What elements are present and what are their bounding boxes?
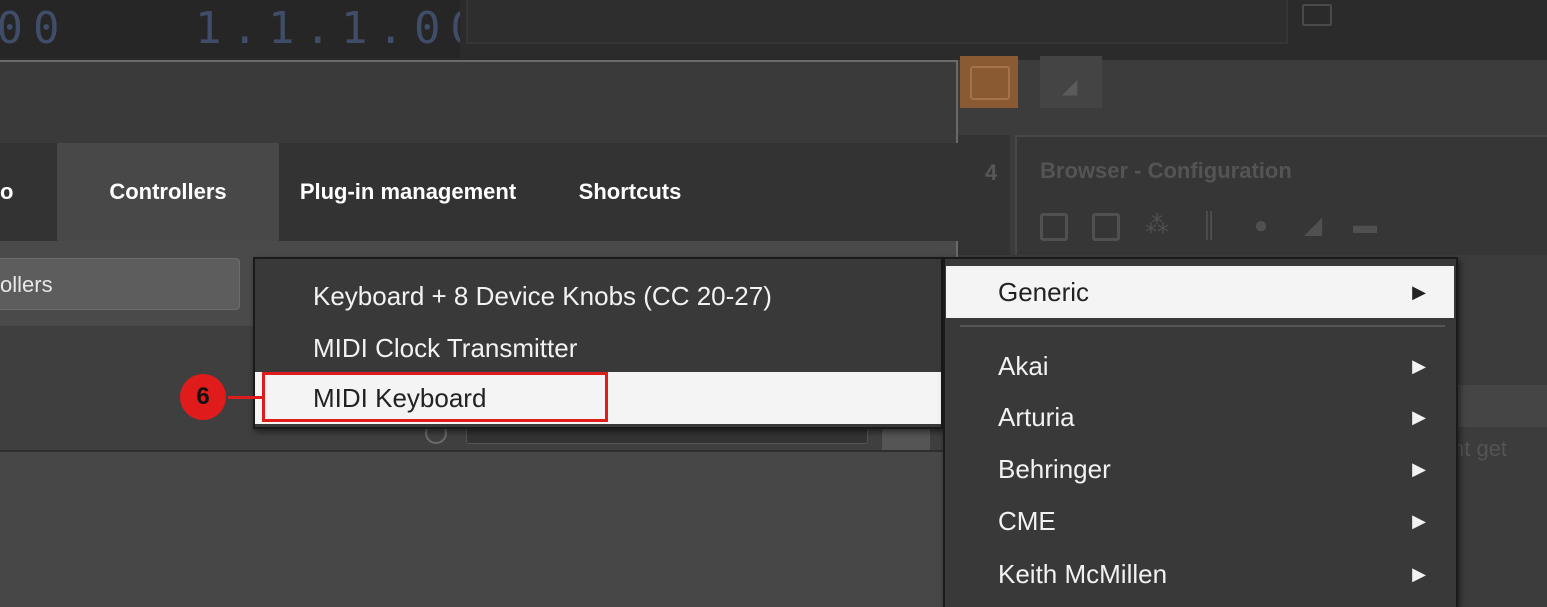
controller-settings-area <box>0 452 956 607</box>
time-readout-left: .00 <box>0 3 70 54</box>
folder-icon[interactable]: ◢ <box>1300 213 1326 239</box>
add-controller-button[interactable]: ollers <box>0 258 240 310</box>
vendor-item-behringer[interactable]: Behringer ▶ <box>946 443 1454 495</box>
tab-controllers[interactable]: Controllers <box>57 143 279 241</box>
side-panel <box>958 135 1010 255</box>
inspector-strip <box>1450 385 1547 427</box>
browser-title: Browser - Configuration <box>1040 158 1292 183</box>
vendor-label: CME <box>998 506 1056 536</box>
arranger-overview <box>466 0 1288 44</box>
vendor-label: Behringer <box>998 454 1111 484</box>
tab-shortcuts[interactable]: Shortcuts <box>540 143 720 241</box>
submenu-arrow-icon: ▶ <box>1412 356 1426 376</box>
vendor-label: Generic <box>998 277 1090 307</box>
vendor-item-generic[interactable]: Generic ▶ <box>946 266 1454 318</box>
submenu-arrow-icon: ▶ <box>1412 459 1426 479</box>
submenu-arrow-icon: ▶ <box>1412 282 1426 302</box>
menu-item-keyboard-8-knobs[interactable]: Keyboard + 8 Device Knobs (CC 20-27) <box>255 270 941 322</box>
vendor-item-keith-mcmillen[interactable]: Keith McMillen ▶ <box>946 548 1454 600</box>
waveform-icon[interactable]: ⁂ <box>1144 213 1170 239</box>
modulator-icon <box>970 66 1010 100</box>
vendor-item-arturia[interactable]: Arturia ▶ <box>946 391 1454 443</box>
submenu-arrow-icon: ▶ <box>1412 511 1426 531</box>
window-icon[interactable] <box>1302 4 1332 26</box>
step-number-badge: 6 <box>180 374 226 420</box>
tab-audio[interactable]: o <box>0 143 50 241</box>
tab-plugin-management[interactable]: Plug-in management <box>290 143 526 241</box>
partial-text: nt get <box>1452 436 1508 461</box>
submenu-arrow-icon: ▶ <box>1412 564 1426 584</box>
vendor-item-cme[interactable]: CME ▶ <box>946 495 1454 547</box>
menu-separator <box>960 325 1445 327</box>
vendor-label: Keith McMillen <box>998 559 1168 589</box>
panel-number: 4 <box>985 160 998 185</box>
vendor-label: Akai <box>998 351 1049 381</box>
vendor-label: Arturia <box>998 402 1075 432</box>
toolbar-icon: ◢ <box>1062 76 1078 98</box>
submenu-arrow-icon: ▶ <box>1412 407 1426 427</box>
disc-icon[interactable]: ● <box>1248 213 1274 239</box>
monitor-icon[interactable]: ▬ <box>1352 213 1378 239</box>
callout-line <box>228 396 262 399</box>
highlight-box <box>262 372 608 422</box>
time-display: .00 1.1.1.00 <box>0 0 460 58</box>
vendor-item-akai[interactable]: Akai ▶ <box>946 340 1454 392</box>
time-readout-position: 1.1.1.00 <box>195 3 460 54</box>
mixer-icon[interactable]: ║ <box>1196 213 1222 239</box>
menu-item-midi-clock-transmitter[interactable]: MIDI Clock Transmitter <box>255 322 941 374</box>
plugin-icon[interactable] <box>1092 213 1120 241</box>
small-button[interactable] <box>882 428 930 452</box>
square-icon[interactable] <box>1040 213 1068 241</box>
